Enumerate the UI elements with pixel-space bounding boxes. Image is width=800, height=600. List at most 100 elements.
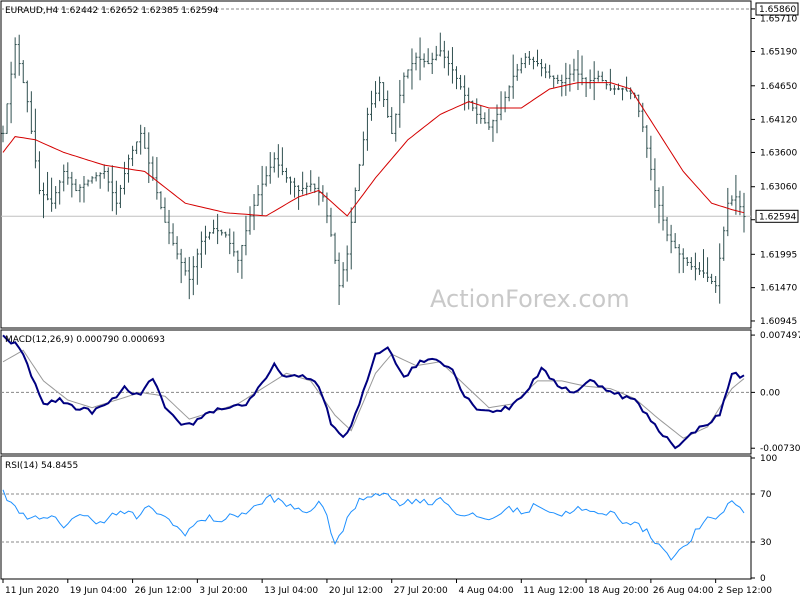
price-bar: [187, 256, 191, 300]
price-bar: [272, 152, 276, 173]
time-tick-label: 18 Aug 20:00: [588, 586, 649, 596]
price-bar: [236, 250, 240, 273]
price-bar: [5, 103, 9, 134]
price-bar: [78, 184, 82, 203]
price-bar: [681, 248, 685, 273]
price-bar: [167, 209, 171, 245]
price-bar: [394, 113, 398, 142]
price-bar: [661, 186, 665, 231]
price-bar: [463, 75, 467, 111]
price-bar: [345, 245, 349, 282]
price-bar: [556, 74, 560, 84]
price-bar: [264, 166, 268, 187]
price-bar: [406, 69, 410, 79]
price-bar: [244, 215, 248, 256]
price-bar: [710, 273, 714, 285]
price-bar: [402, 72, 406, 104]
price-bar: [446, 50, 450, 76]
price-bar: [673, 233, 677, 249]
price-bar: [122, 161, 126, 195]
price-bar: [224, 231, 228, 238]
axis-layer: 1.65710 1.65190 1.64650 1.64120 1.63600 1.630…: [2, 2, 800, 596]
price-bar: [722, 226, 726, 261]
time-tick-label: 27 Jul 20:00: [394, 586, 448, 596]
price-bar: [256, 185, 260, 206]
price-tick-label: 1.60945: [760, 317, 797, 327]
price-bar: [240, 244, 244, 279]
price-bar: [552, 75, 556, 88]
price-bar: [689, 257, 693, 270]
price-bar: [612, 85, 616, 95]
current-price-label: 1.62594: [759, 212, 796, 222]
price-bar: [365, 107, 369, 151]
price-bar: [50, 177, 54, 212]
rsi-label: RSI(14) 54.8455: [5, 461, 78, 471]
price-bar: [503, 91, 507, 113]
price-bar: [333, 232, 337, 264]
rsi-tick-label: 70: [760, 490, 772, 500]
price-bar: [475, 98, 479, 124]
price-bar: [37, 151, 41, 195]
price-bar: [450, 47, 454, 84]
price-bar: [455, 66, 459, 90]
price-bar: [29, 91, 33, 134]
price-bar: [657, 187, 661, 224]
price-tick-label: 1.61995: [760, 250, 797, 260]
price-bar: [576, 50, 580, 91]
price-bar: [212, 219, 216, 234]
price-bar: [693, 252, 697, 281]
price-bar: [572, 58, 576, 82]
price-bar: [430, 52, 434, 75]
price-bar: [114, 180, 118, 215]
price-bar: [74, 178, 78, 192]
price-bar: [195, 248, 199, 285]
watermark: ActionForex.com: [430, 285, 630, 313]
macd-tick-label: 0.00: [760, 388, 780, 398]
price-bar: [25, 80, 29, 113]
price-bar: [491, 119, 495, 142]
price-bar: [519, 57, 523, 74]
time-tick-label: 19 Jun 04:00: [70, 586, 127, 596]
price-bar: [86, 179, 90, 187]
price-bar: [588, 69, 592, 89]
price-bar: [46, 171, 50, 201]
price-bar: [604, 79, 608, 90]
price-bar: [548, 64, 552, 79]
price-bar: [155, 157, 159, 200]
time-tick-label: 26 Jun 12:00: [135, 586, 192, 596]
price-bar: [515, 63, 519, 81]
price-bar: [329, 207, 333, 237]
price-bar: [301, 171, 305, 195]
price-bar: [523, 53, 527, 69]
price-tick-label: 1.61470: [760, 284, 797, 294]
price-bar: [511, 54, 515, 99]
price-bar: [467, 87, 471, 110]
price-bar: [228, 228, 232, 255]
price-bar: [507, 85, 511, 102]
price-tick-label: 1.65710: [760, 15, 797, 25]
rsi-tick-label: 100: [760, 454, 777, 464]
price-bar: [706, 257, 710, 283]
price-bar: [584, 77, 588, 98]
price-bar: [82, 176, 86, 203]
price-bar: [580, 55, 584, 86]
price-bar: [248, 206, 252, 235]
price-bar: [163, 197, 167, 223]
price-bar: [697, 262, 701, 275]
price-bar: [135, 141, 139, 155]
price-bar: [1, 125, 5, 143]
price-bar: [143, 127, 147, 149]
price-bar: [357, 163, 361, 192]
price-bar: [131, 145, 135, 167]
price-bar: [171, 223, 175, 246]
price-bar: [369, 90, 373, 121]
macd-layer: [1, 334, 751, 450]
macd-tick-label: 0.007497: [760, 331, 800, 341]
price-bar: [58, 179, 62, 205]
price-bar: [479, 105, 483, 124]
price-bar: [41, 182, 45, 219]
price-bar: [337, 252, 341, 306]
high-line-label: 1.65860: [759, 5, 796, 15]
price-bar: [414, 52, 418, 71]
price-bar: [280, 147, 284, 176]
